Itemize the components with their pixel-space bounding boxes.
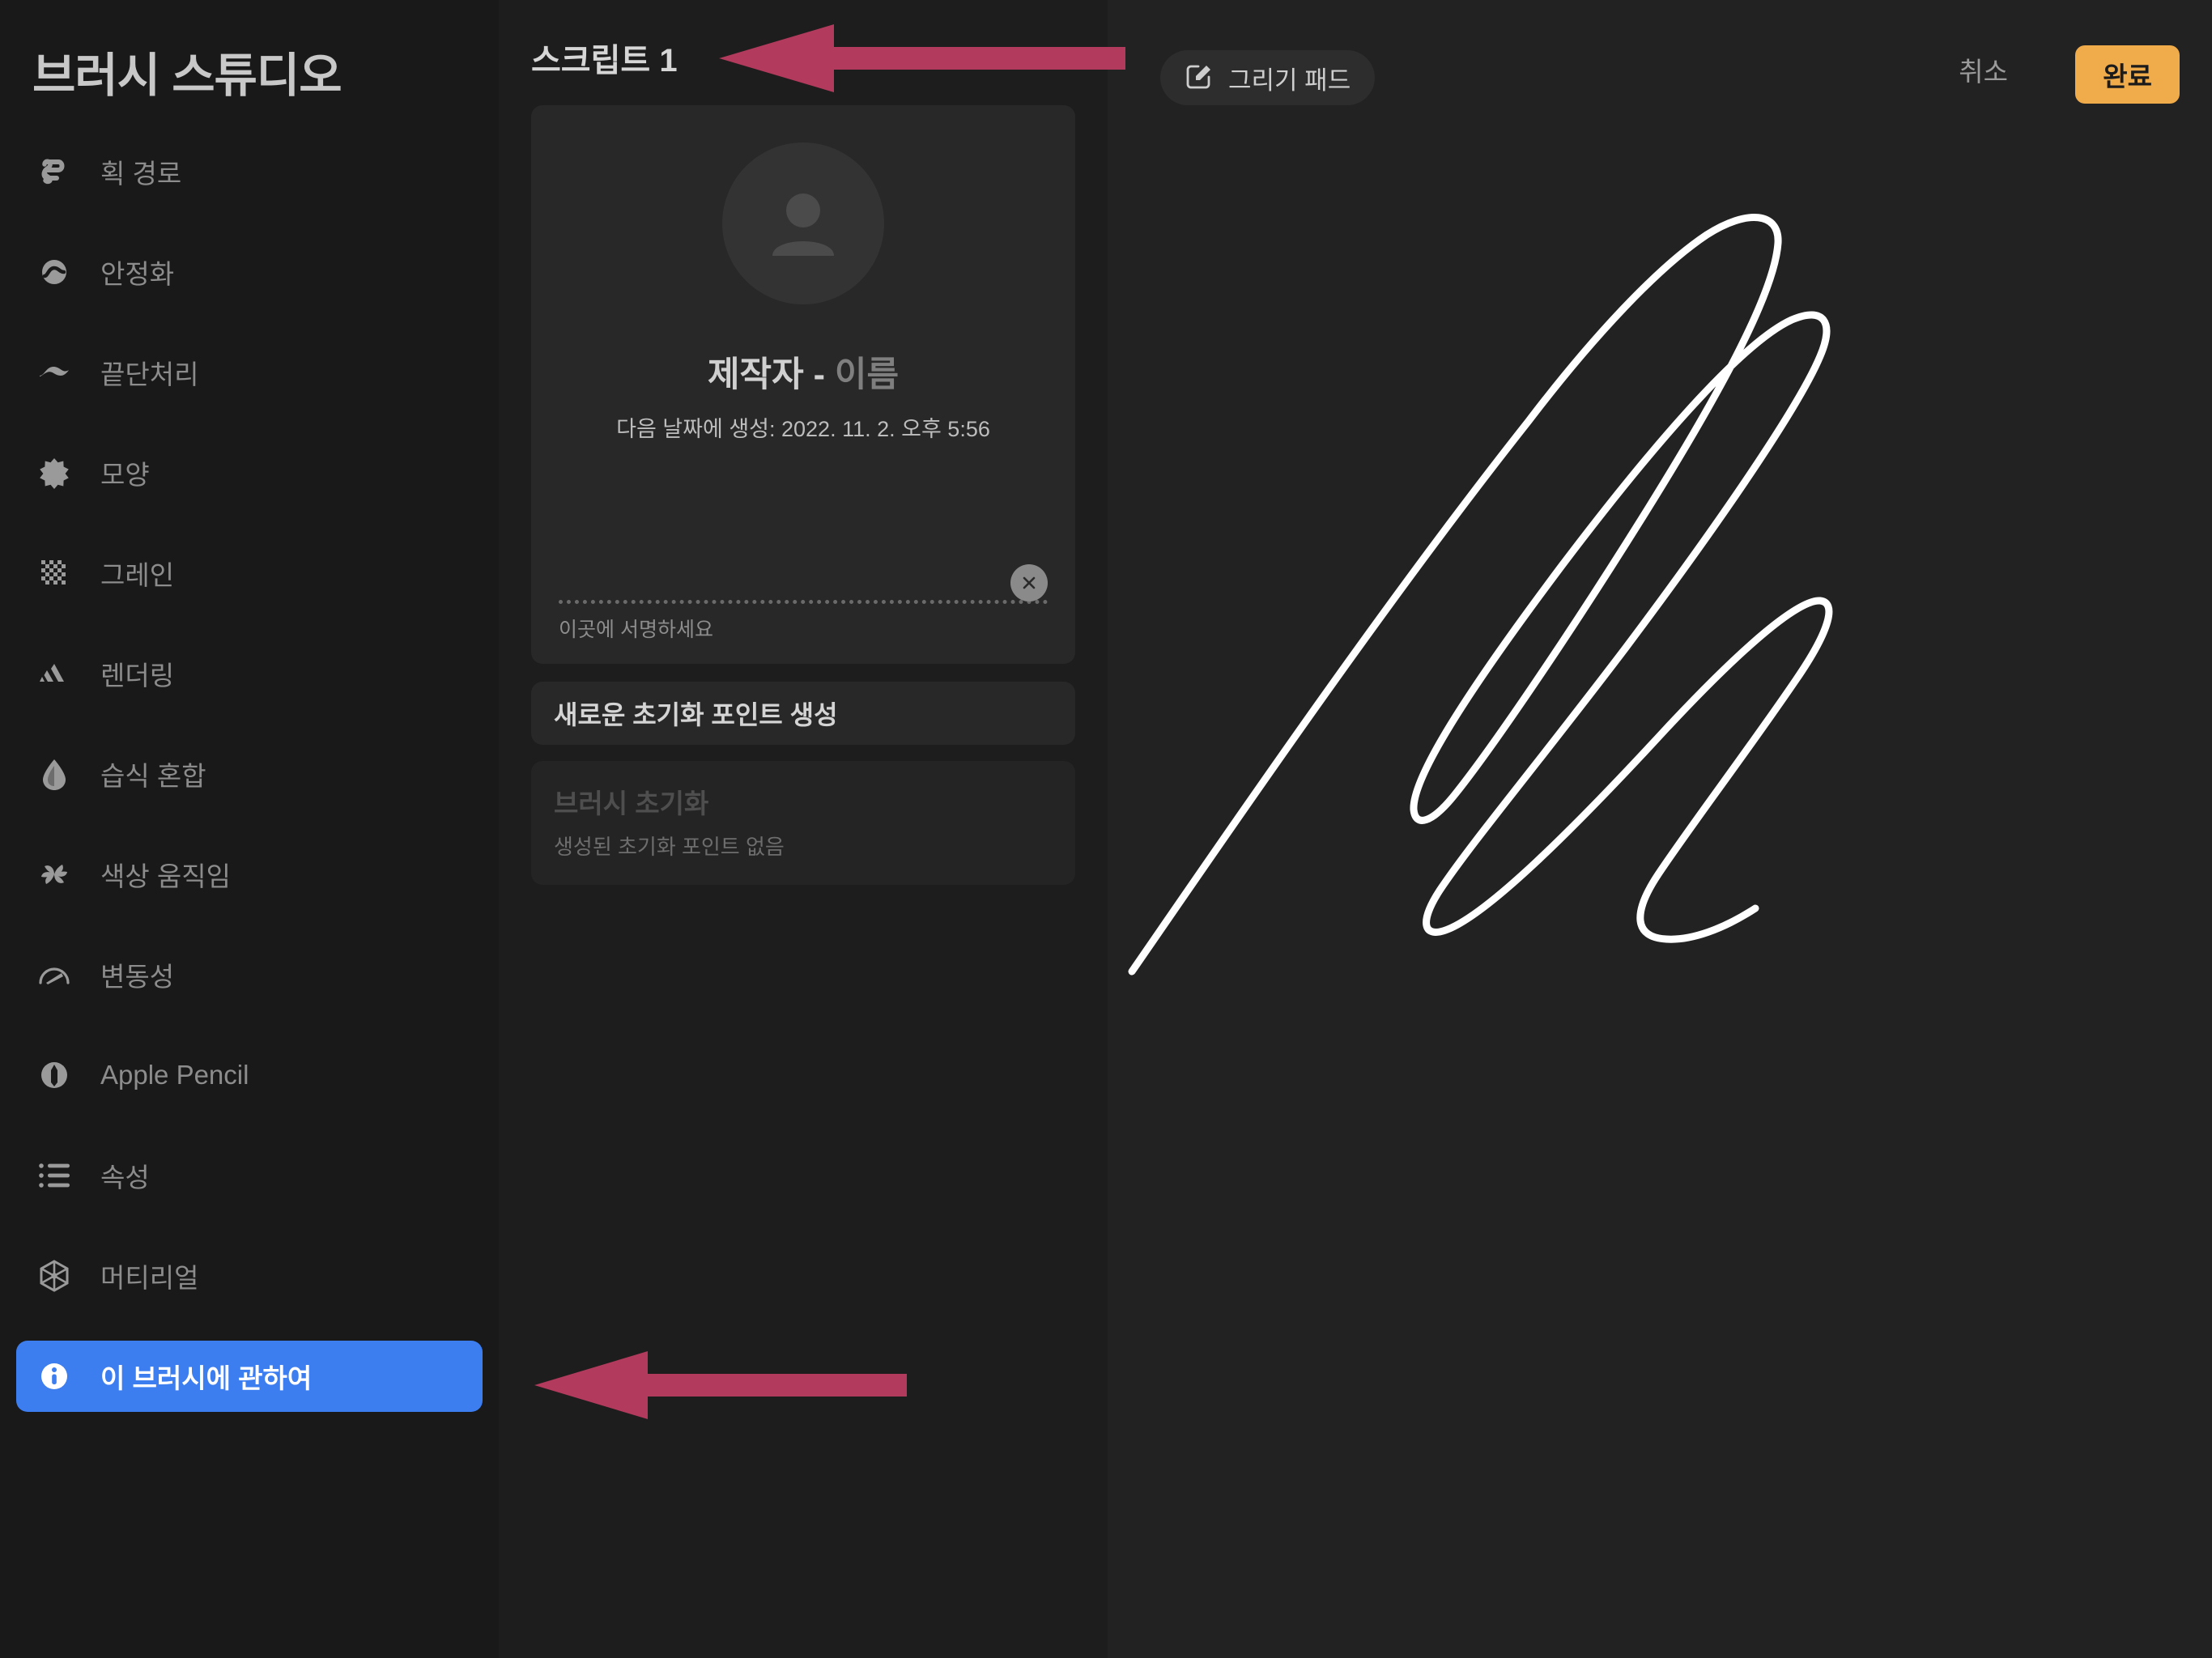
creator-name-placeholder[interactable]: 이름 bbox=[835, 355, 899, 394]
pencil-square-icon bbox=[1185, 62, 1214, 95]
wet-mix-icon bbox=[36, 755, 73, 793]
panel-content: 제작자 - 이름 다음 날짜에 생성: 2022. 11. 2. 오후 5:56… bbox=[531, 105, 1075, 885]
sidebar-nav: 획 경로 안정화 끝단처리 모양 그레인 렌더링 습식 혼합 색상 움직임 변동… bbox=[0, 136, 499, 1412]
sidebar-item-stroke-path[interactable]: 획 경로 bbox=[16, 136, 483, 207]
sidebar-item-color-dynamics[interactable]: 색상 움직임 bbox=[16, 839, 483, 910]
sidebar-item-label: 속성 bbox=[100, 1163, 150, 1192]
drawing-pad-label: 그리기 패드 bbox=[1228, 66, 1351, 95]
drawing-pad-button[interactable]: 그리기 패드 bbox=[1160, 50, 1376, 105]
material-icon bbox=[36, 1257, 73, 1295]
grain-icon bbox=[36, 555, 73, 592]
apple-pencil-icon bbox=[36, 1056, 73, 1094]
taper-icon bbox=[36, 354, 73, 391]
sidebar-item-grain[interactable]: 그레인 bbox=[16, 538, 483, 609]
sidebar-item-label: 이 브러시에 관하여 bbox=[100, 1363, 313, 1393]
creator-prefix: 제작자 - bbox=[707, 355, 835, 394]
page-title: 브러시 스튜디오 bbox=[32, 49, 342, 102]
sidebar-item-material[interactable]: 머티리얼 bbox=[16, 1240, 483, 1312]
topbar: 그리기 패드 취소 완료 bbox=[1108, 0, 2212, 121]
sidebar-item-wet-mix[interactable]: 습식 혼합 bbox=[16, 738, 483, 810]
signature-line bbox=[559, 600, 1048, 604]
script-title: 스크립트 1 bbox=[531, 43, 678, 79]
creator-name-row: 제작자 - 이름 bbox=[559, 346, 1048, 397]
sidebar-item-label: 끝단처리 bbox=[100, 359, 199, 389]
brush-studio-window: 브러시 스튜디오 획 경로 안정화 끝단처리 모양 그레인 렌더링 습식 혼합 … bbox=[0, 0, 2212, 1658]
preview-canvas[interactable]: 그리기 패드 취소 완료 bbox=[1108, 0, 2212, 1658]
sidebar-item-label: Apple Pencil bbox=[100, 1060, 249, 1090]
sidebar-item-label: 머티리얼 bbox=[100, 1263, 199, 1293]
clear-signature-button[interactable] bbox=[1010, 564, 1048, 602]
sidebar-item-label: 변동성 bbox=[100, 962, 175, 992]
sidebar-item-label: 그레인 bbox=[100, 560, 175, 590]
sidebar: 브러시 스튜디오 획 경로 안정화 끝단처리 모양 그레인 렌더링 습식 혼합 … bbox=[0, 0, 499, 1658]
sidebar-item-label: 모양 bbox=[100, 460, 150, 490]
avatar bbox=[722, 142, 884, 304]
sidebar-item-stabilization[interactable]: 안정화 bbox=[16, 236, 483, 308]
clear-x-icon bbox=[1023, 576, 1036, 589]
dynamics-icon bbox=[36, 956, 73, 993]
info-icon bbox=[36, 1358, 73, 1395]
reset-brush-subtitle: 생성된 초기화 포인트 없음 bbox=[554, 835, 785, 859]
reset-brush-block: 브러시 초기화 생성된 초기화 포인트 없음 bbox=[531, 761, 1075, 885]
sidebar-item-properties[interactable]: 속성 bbox=[16, 1140, 483, 1211]
cancel-button[interactable]: 취소 bbox=[1959, 50, 2008, 89]
person-avatar-icon bbox=[772, 193, 834, 256]
reset-brush-title: 브러시 초기화 bbox=[554, 789, 709, 818]
stabilization-icon bbox=[36, 253, 73, 291]
creator-card: 제작자 - 이름 다음 날짜에 생성: 2022. 11. 2. 오후 5:56… bbox=[531, 105, 1075, 664]
signature-zone[interactable]: 이곳에 서명하세요 bbox=[559, 564, 1048, 643]
brush-stroke-preview bbox=[1128, 214, 1833, 976]
properties-icon bbox=[36, 1157, 73, 1194]
rendering-icon bbox=[36, 655, 73, 692]
sidebar-item-dynamics[interactable]: 변동성 bbox=[16, 939, 483, 1010]
sidebar-item-label: 렌더링 bbox=[100, 661, 175, 691]
sidebar-item-apple-pencil[interactable]: Apple Pencil bbox=[16, 1039, 483, 1111]
stroke-path-icon bbox=[36, 153, 73, 190]
color-dynamics-icon bbox=[36, 856, 73, 893]
sidebar-item-label: 색상 움직임 bbox=[100, 861, 231, 891]
sidebar-item-label: 안정화 bbox=[100, 259, 175, 289]
detail-panel: 스크립트 1 제작자 - 이름 다음 날짜에 생성: 2022. 11. 2. … bbox=[499, 0, 1108, 1658]
sidebar-item-shape[interactable]: 모양 bbox=[16, 437, 483, 508]
sidebar-item-rendering[interactable]: 렌더링 bbox=[16, 638, 483, 709]
done-button[interactable]: 완료 bbox=[2075, 45, 2180, 104]
sidebar-item-label: 획 경로 bbox=[100, 159, 182, 189]
shape-icon bbox=[36, 454, 73, 491]
create-reset-point-label: 새로운 초기화 포인트 생성 bbox=[554, 700, 838, 729]
sidebar-item-taper[interactable]: 끝단처리 bbox=[16, 337, 483, 408]
created-date: 다음 날짜에 생성: 2022. 11. 2. 오후 5:56 bbox=[616, 417, 990, 441]
sidebar-item-about-this-brush[interactable]: 이 브러시에 관하여 bbox=[16, 1341, 483, 1412]
signature-placeholder: 이곳에 서명하세요 bbox=[559, 619, 713, 641]
sidebar-item-label: 습식 혼합 bbox=[100, 761, 206, 791]
create-reset-point-button[interactable]: 새로운 초기화 포인트 생성 bbox=[531, 682, 1075, 745]
